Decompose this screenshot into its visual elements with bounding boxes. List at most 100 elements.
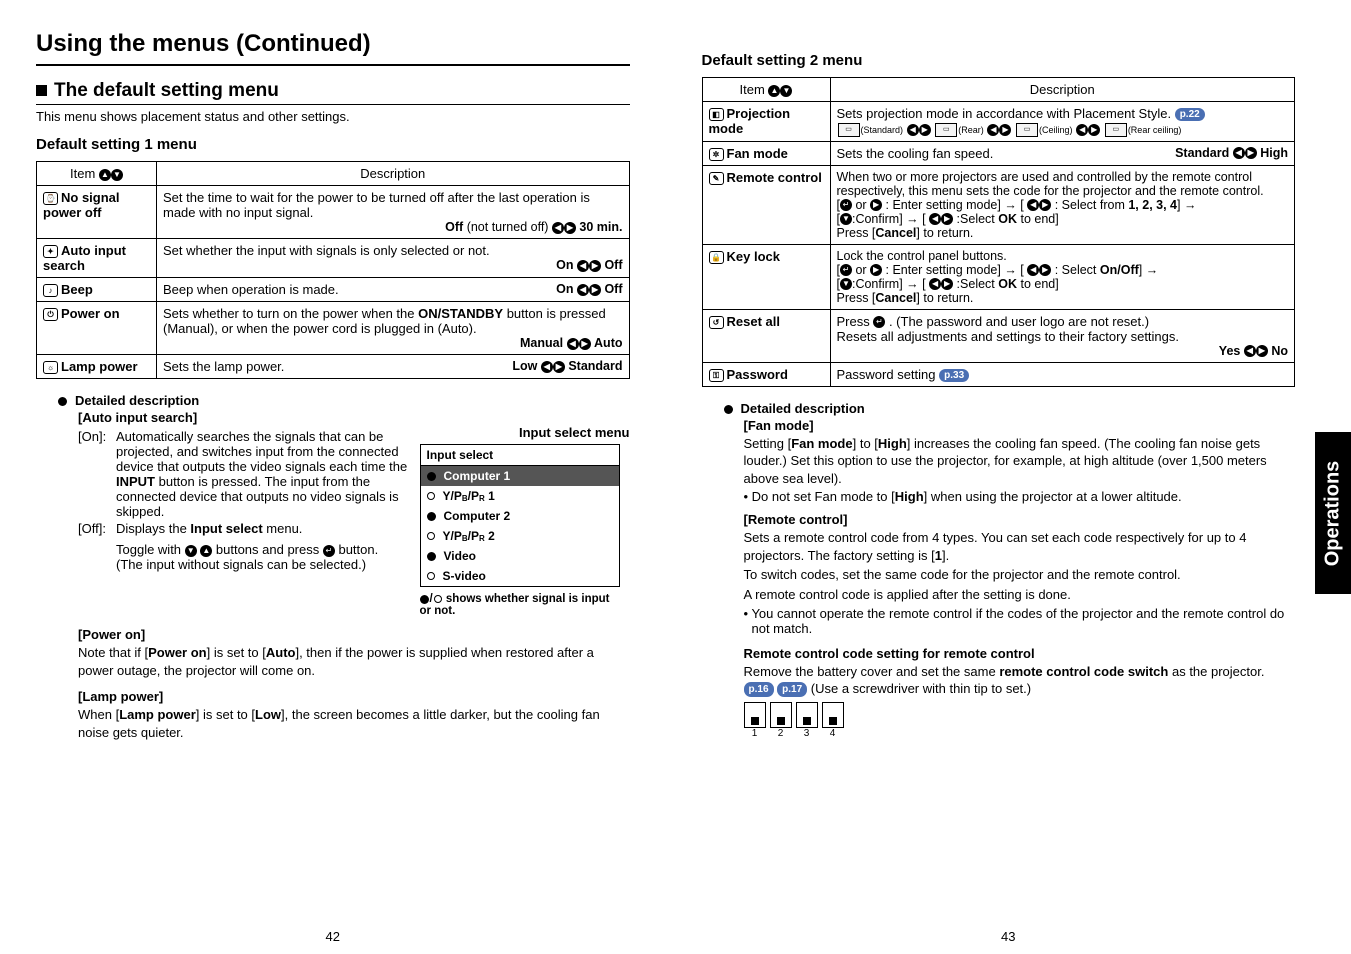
rc-bullet: • You cannot operate the remote control … <box>744 606 1296 636</box>
power-on-body: Note that if [Power on] is set to [Auto]… <box>78 644 630 679</box>
table-row: ✲Fan mode Sets the cooling fan speed. St… <box>702 141 1295 165</box>
rc-p3: A remote control code is applied after t… <box>744 586 1296 604</box>
table-header-row: Item ▲▼ Description <box>37 162 630 186</box>
switch-num: 1 <box>744 728 766 739</box>
th-desc: Description <box>157 162 630 186</box>
right-arrow-icon: ▶ <box>1256 345 1268 357</box>
title-underline <box>36 64 630 66</box>
menu1-title: Default setting 1 menu <box>36 136 630 153</box>
default-setting-2-table: Item ▲▼ Description ◧Projection mode Set… <box>702 77 1296 387</box>
right-arrow-icon: ▶ <box>919 124 931 136</box>
left-arrow-icon: ◀ <box>541 361 553 373</box>
detailed-description-block-2: Detailed description [Fan mode] Setting … <box>702 401 1296 739</box>
no-signal-dot-icon <box>434 595 442 603</box>
desc-power-on: Sets whether to turn on the power when t… <box>157 302 630 355</box>
page-number: 42 <box>36 929 630 944</box>
square-bullet-icon <box>36 85 47 96</box>
left-arrow-icon: ◀ <box>907 124 919 136</box>
bullet-icon <box>724 405 733 414</box>
desc-projection-mode: Sets projection mode in accordance with … <box>830 102 1295 142</box>
proj-ceiling-icon: ▭ <box>1016 123 1038 137</box>
item-auto-input: ✦Auto input search <box>37 239 157 278</box>
search-icon: ✦ <box>43 245 58 258</box>
proj-rear-icon: ▭ <box>935 123 957 137</box>
desc-no-signal: Set the time to wait for the power to be… <box>157 186 630 239</box>
enter-icon: ↵ <box>873 316 885 328</box>
item-remote-control: ✎Remote control <box>702 165 830 244</box>
page-43: Default setting 2 menu Item ▲▼ Descripti… <box>666 0 1351 954</box>
auto-input-heading: [Auto input search] <box>78 410 630 425</box>
left-arrow-icon: ◀ <box>1076 124 1088 136</box>
off-row: [Off]: Displays the Input select menu. <box>78 521 408 536</box>
item-power-on: ⏻Power on <box>37 302 157 355</box>
right-arrow-icon: ▶ <box>870 199 882 211</box>
desc-lamp-power: Sets the lamp power. Low ◀▶ Standard <box>157 355 630 379</box>
fan-mode-bullet: • Do not set Fan mode to [High] when usi… <box>744 489 1296 504</box>
list-item: Computer 1 <box>421 466 619 486</box>
dip-switch-icon <box>744 702 766 728</box>
page-42: Using the menus (Continued) The default … <box>0 0 666 954</box>
item-beep: ♪Beep <box>37 278 157 302</box>
section-subtext: This menu shows placement status and oth… <box>36 109 630 124</box>
signal-dot-icon <box>420 595 429 604</box>
switch-num: 2 <box>770 728 792 739</box>
signal-dot-icon <box>427 512 436 521</box>
table-row: ♪Beep Beep when operation is made. On ◀▶… <box>37 278 630 302</box>
left-arrow-icon: ◀ <box>1244 345 1256 357</box>
remote-icon: ✎ <box>709 172 724 185</box>
no-signal-dot-icon <box>427 492 435 500</box>
list-item: S-video <box>421 566 619 586</box>
section-tab-operations: Operations <box>1315 432 1351 594</box>
input-select-menu-title: Input select menu <box>420 425 630 440</box>
table-header-row: Item ▲▼ Description <box>702 78 1295 102</box>
signal-dot-icon <box>427 552 436 561</box>
detailed-label: Detailed description <box>75 393 199 408</box>
input-select-header: Input select <box>421 445 619 466</box>
item-reset-all: ↺Reset all <box>702 309 830 362</box>
page-ref-badge: p.16 <box>744 682 774 698</box>
switch-diagram: 1 2 3 4 <box>744 702 1296 739</box>
enter-icon: ↵ <box>840 264 852 276</box>
right-arrow-icon: ▶ <box>870 264 882 276</box>
page-ref-badge: p.17 <box>777 682 807 698</box>
page-number: 43 <box>702 929 1316 944</box>
left-arrow-icon: ◀ <box>567 338 579 350</box>
item-lamp-power: ☼Lamp power <box>37 355 157 379</box>
detailed-label: Detailed description <box>741 401 865 416</box>
right-arrow-icon: ▶ <box>589 284 601 296</box>
no-signal-dot-icon <box>427 572 435 580</box>
item-password: ⚿Password <box>702 362 830 386</box>
up-icon: ▲ <box>200 545 212 557</box>
th-item: Item ▲▼ <box>37 162 157 186</box>
rc-p1: Sets a remote control code from 4 types.… <box>744 529 1296 564</box>
left-arrow-icon: ◀ <box>1233 147 1245 159</box>
dip-switch-icon <box>796 702 818 728</box>
speaker-icon: ♪ <box>43 284 58 297</box>
dip-switch-icon <box>822 702 844 728</box>
up-icon: ▲ <box>99 169 111 181</box>
list-item: Video <box>421 546 619 566</box>
projection-icon: ◧ <box>709 108 724 121</box>
right-arrow-icon: ▶ <box>1039 264 1051 276</box>
desc-remote-control: When two or more projectors are used and… <box>830 165 1295 244</box>
right-arrow-icon: ▶ <box>553 361 565 373</box>
rccs-body: Remove the battery cover and set the sam… <box>744 663 1296 698</box>
item-key-lock: 🔒Key lock <box>702 244 830 309</box>
main-title: Using the menus (Continued) <box>36 30 630 58</box>
section-tab-label: Operations <box>1322 460 1345 566</box>
off-row-toggle-note: Toggle with ▼ ▲ buttons and press ↵ butt… <box>116 542 408 572</box>
page-ref-badge: p.22 <box>1175 108 1205 121</box>
lamp-power-heading: [Lamp power] <box>78 689 630 704</box>
on-row: [On]: Automatically searches the signals… <box>78 429 408 519</box>
lamp-icon: ☼ <box>43 361 58 374</box>
right-arrow-icon: ▶ <box>1245 147 1257 159</box>
table-row: ✎Remote control When two or more project… <box>702 165 1295 244</box>
section-heading-text: The default setting menu <box>54 80 279 101</box>
table-row: ☼Lamp power Sets the lamp power. Low ◀▶ … <box>37 355 630 379</box>
table-row: ⏻Power on Sets whether to turn on the po… <box>37 302 630 355</box>
password-icon: ⚿ <box>709 369 724 382</box>
list-item: Y/PB/PR 1 <box>421 486 619 506</box>
dip-switch-icon <box>770 702 792 728</box>
enter-icon: ↵ <box>840 199 852 211</box>
enter-icon: ↵ <box>323 545 335 557</box>
